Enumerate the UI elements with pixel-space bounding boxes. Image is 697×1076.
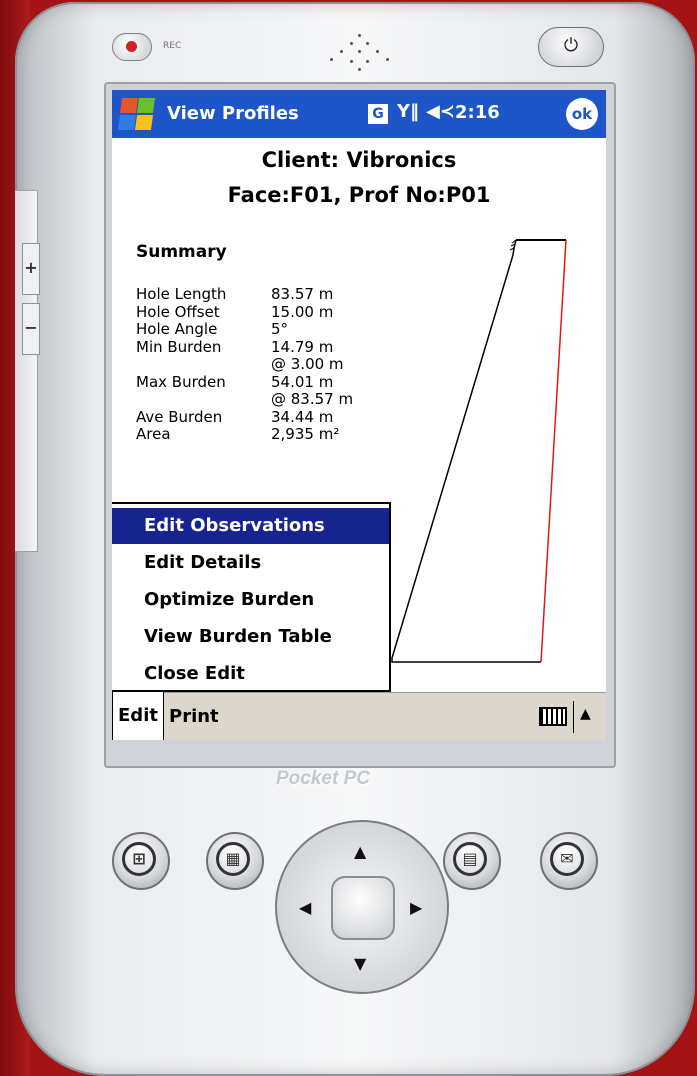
- hole-line: [540, 239, 567, 663]
- start-hardware-button[interactable]: ⊞: [112, 832, 170, 890]
- menubar-divider: [573, 701, 574, 733]
- down-arrow-icon[interactable]: ▼: [354, 954, 366, 973]
- calendar-icon: ▦: [216, 842, 250, 876]
- record-dot-icon: [126, 41, 137, 52]
- volume-up-button[interactable]: +: [22, 243, 40, 295]
- face-profile-line: [391, 239, 541, 663]
- mail-icon: ✉: [550, 842, 584, 876]
- calendar-hardware-button[interactable]: ▦: [206, 832, 264, 890]
- left-arrow-icon[interactable]: ◀: [299, 898, 311, 917]
- edit-menu: Edit Observations Edit Details Optimize Bu…: [112, 502, 391, 692]
- record-button[interactable]: [112, 33, 152, 61]
- right-arrow-icon[interactable]: ▶: [410, 898, 422, 917]
- navigation-pad[interactable]: ▲ ▼ ◀ ▶: [275, 820, 449, 994]
- speaker-grille: [320, 32, 400, 77]
- rec-label: REC: [163, 41, 182, 51]
- contacts-hardware-button[interactable]: ▤: [443, 832, 501, 890]
- menu-item-optimize-burden[interactable]: Optimize Burden: [112, 582, 389, 618]
- menu-item-close-edit[interactable]: Close Edit: [112, 656, 389, 692]
- menu-item-edit-observations[interactable]: Edit Observations: [112, 508, 389, 544]
- edit-menu-button[interactable]: Edit: [112, 692, 164, 740]
- volume-down-button[interactable]: −: [22, 303, 40, 355]
- power-icon: ⏻: [563, 35, 579, 56]
- menu-item-view-burden-table[interactable]: View Burden Table: [112, 619, 389, 655]
- input-panel-arrow-icon[interactable]: ▲: [580, 706, 591, 722]
- up-arrow-icon[interactable]: ▲: [354, 842, 366, 861]
- menu-item-edit-details[interactable]: Edit Details: [112, 545, 389, 581]
- action-button[interactable]: [331, 876, 395, 940]
- contacts-icon: ▤: [453, 842, 487, 876]
- menu-bar: Edit Print ▲: [112, 692, 606, 740]
- print-menu-button[interactable]: Print: [169, 693, 219, 740]
- pocket-pc-logo: Pocket PC: [276, 768, 370, 789]
- messaging-hardware-button[interactable]: ✉: [540, 832, 598, 890]
- screen: View Profiles G Y‖ ◀≺ 2:16 ok Client: Vi…: [112, 90, 606, 740]
- power-button[interactable]: ⏻: [538, 27, 604, 67]
- windows-icon: ⊞: [122, 842, 156, 876]
- keyboard-icon[interactable]: [539, 707, 567, 726]
